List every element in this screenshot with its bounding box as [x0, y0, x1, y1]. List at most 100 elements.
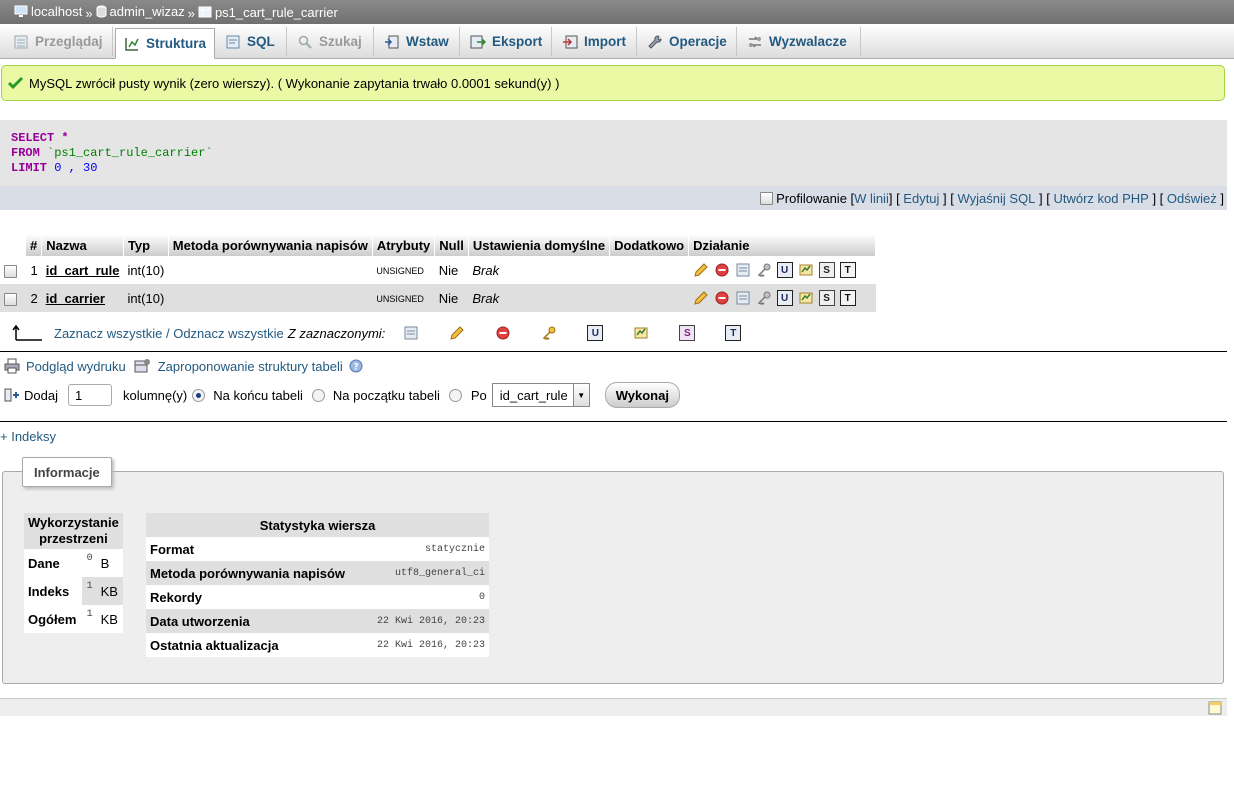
stat-label: Metoda porównywania napisów: [146, 561, 365, 585]
edit-pencil-icon[interactable]: [693, 290, 709, 306]
bulk-index-icon[interactable]: [633, 325, 649, 341]
radio-after[interactable]: [448, 388, 462, 402]
chevron-down-icon: ▼: [572, 384, 589, 406]
tab-operations[interactable]: Operacje: [639, 27, 737, 56]
tab-export[interactable]: Eksport: [462, 27, 552, 56]
structure-icon: [125, 37, 139, 51]
edit-pencil-icon[interactable]: [693, 262, 709, 278]
header-extra[interactable]: Dodatkowo: [609, 234, 690, 256]
row-stats-table: Statystyka wiersza Format statycznie Met…: [146, 513, 489, 657]
row-extra: [609, 284, 689, 312]
unique-icon[interactable]: U: [776, 262, 793, 278]
drop-icon[interactable]: [714, 290, 730, 306]
tab-browse[interactable]: Przeglądaj: [5, 27, 113, 56]
unique-icon[interactable]: U: [776, 290, 793, 306]
field-name[interactable]: id_carrier: [46, 291, 105, 306]
sql-query-code[interactable]: SELECT * FROM `ps1_cart_rule_carrier` LI…: [11, 131, 213, 176]
browse-distinct-icon[interactable]: [735, 290, 751, 306]
after-field-select[interactable]: id_cart_rule ▼: [491, 383, 590, 407]
tab-import[interactable]: Import: [554, 27, 637, 56]
add-label: Dodaj: [24, 387, 58, 403]
tab-structure[interactable]: Struktura: [115, 28, 215, 59]
query-links-bar: Profilowanie [W linii] [ Edytuj ] [ Wyja…: [0, 186, 1227, 210]
create-php-link[interactable]: Utwórz kod PHP: [1053, 191, 1148, 206]
bulk-primary-key-icon[interactable]: [541, 325, 557, 341]
row-type: int(10): [123, 284, 169, 312]
row-collation: [168, 256, 373, 284]
space-value: 1: [82, 605, 97, 633]
radio-at-start[interactable]: [311, 388, 325, 402]
index-icon[interactable]: [798, 290, 814, 306]
uncheck-all-link[interactable]: Odznacz wszystkie: [173, 326, 284, 341]
inline-edit-link[interactable]: W linii: [854, 191, 889, 206]
tab-search[interactable]: Szukaj: [289, 27, 374, 56]
browse-distinct-icon[interactable]: [735, 262, 751, 278]
bulk-fulltext-icon[interactable]: T: [725, 325, 742, 341]
svg-text:?: ?: [353, 363, 358, 373]
help-icon[interactable]: ?: [349, 359, 363, 373]
tab-operations-label: Operacje: [669, 34, 727, 49]
breadcrumb-database[interactable]: admin_wizaz: [96, 4, 185, 19]
tab-triggers[interactable]: Wyzwalacze: [739, 27, 861, 56]
primary-key-icon[interactable]: [756, 290, 772, 306]
header-attributes[interactable]: Atrybuty: [372, 234, 436, 256]
edit-link[interactable]: Edytuj: [903, 191, 939, 206]
primary-key-icon[interactable]: [756, 262, 772, 278]
browse-icon: [14, 35, 28, 48]
check-all-link[interactable]: Zaznacz wszystkie: [54, 326, 162, 341]
sql-icon: [226, 35, 240, 48]
spatial-icon[interactable]: S: [818, 262, 835, 278]
row-collation: [168, 284, 373, 312]
row-checkbox[interactable]: [4, 292, 17, 306]
tab-sql[interactable]: SQL: [217, 27, 287, 56]
header-default[interactable]: Ustawienia domyślne: [468, 234, 611, 256]
header-null[interactable]: Null: [434, 234, 469, 256]
tab-insert[interactable]: Wstaw: [376, 27, 460, 56]
row-attributes: UNSIGNED: [372, 256, 435, 284]
fulltext-icon[interactable]: T: [839, 290, 856, 306]
sql-keyword: FROM: [11, 146, 40, 160]
bulk-spatial-icon[interactable]: S: [679, 325, 696, 341]
breadcrumb-server[interactable]: localhost: [14, 4, 82, 19]
header-type[interactable]: Typ: [123, 234, 169, 256]
indexes-link[interactable]: + Indeksy: [0, 429, 56, 444]
bulk-browse-icon[interactable]: [403, 325, 419, 341]
space-unit: KB: [96, 577, 123, 605]
print-view-link[interactable]: Podgląd wydruku: [26, 359, 126, 374]
explain-sql-link[interactable]: Wyjaśnij SQL: [958, 191, 1036, 206]
space-value: 1: [82, 577, 97, 605]
row-checkbox-cell: [0, 256, 26, 284]
stat-value: statycznie: [364, 537, 489, 561]
refresh-link[interactable]: Odśwież: [1167, 191, 1217, 206]
drop-icon[interactable]: [714, 262, 730, 278]
success-message-text: MySQL zwrócił pusty wynik (zero wierszy)…: [29, 75, 560, 91]
table-row: Dane 0 B: [24, 549, 123, 577]
table-row: 1 id_cart_rule int(10) UNSIGNED Nie Brak…: [0, 256, 876, 284]
header-collation[interactable]: Metoda porównywania napisów: [168, 234, 373, 256]
go-button[interactable]: Wykonaj: [604, 382, 680, 408]
tab-import-label: Import: [584, 34, 626, 49]
bulk-edit-pencil-icon[interactable]: [449, 325, 465, 341]
sql-text: *: [54, 131, 69, 145]
bulk-drop-icon[interactable]: [495, 325, 511, 341]
profiling-checkbox[interactable]: [760, 191, 774, 205]
propose-structure-link[interactable]: Zaproponowanie struktury tabeli: [158, 359, 343, 374]
check-all-row: Zaznacz wszystkie / Odznacz wszystkie Z …: [12, 320, 771, 346]
radio-at-end[interactable]: [192, 388, 206, 402]
console-icon[interactable]: [1208, 701, 1222, 715]
sql-keyword: LIMIT: [11, 161, 48, 175]
breadcrumb-table[interactable]: ps1_cart_rule_carrier: [198, 5, 338, 20]
row-checkbox[interactable]: [4, 264, 17, 278]
spatial-icon[interactable]: S: [818, 290, 835, 306]
row-stats-header-row: Statystyka wiersza: [146, 513, 489, 537]
tab-search-label: Szukaj: [319, 34, 362, 49]
field-name[interactable]: id_cart_rule: [46, 263, 120, 278]
row-checkbox-cell: [0, 284, 26, 312]
indexes-toggle[interactable]: + Indeksy: [0, 429, 56, 444]
header-action: Działanie: [688, 234, 877, 256]
fulltext-icon[interactable]: T: [839, 262, 856, 278]
bulk-unique-icon[interactable]: U: [587, 325, 604, 341]
column-count-input[interactable]: [67, 384, 112, 406]
header-name[interactable]: Nazwa: [41, 234, 124, 256]
index-icon[interactable]: [798, 262, 814, 278]
